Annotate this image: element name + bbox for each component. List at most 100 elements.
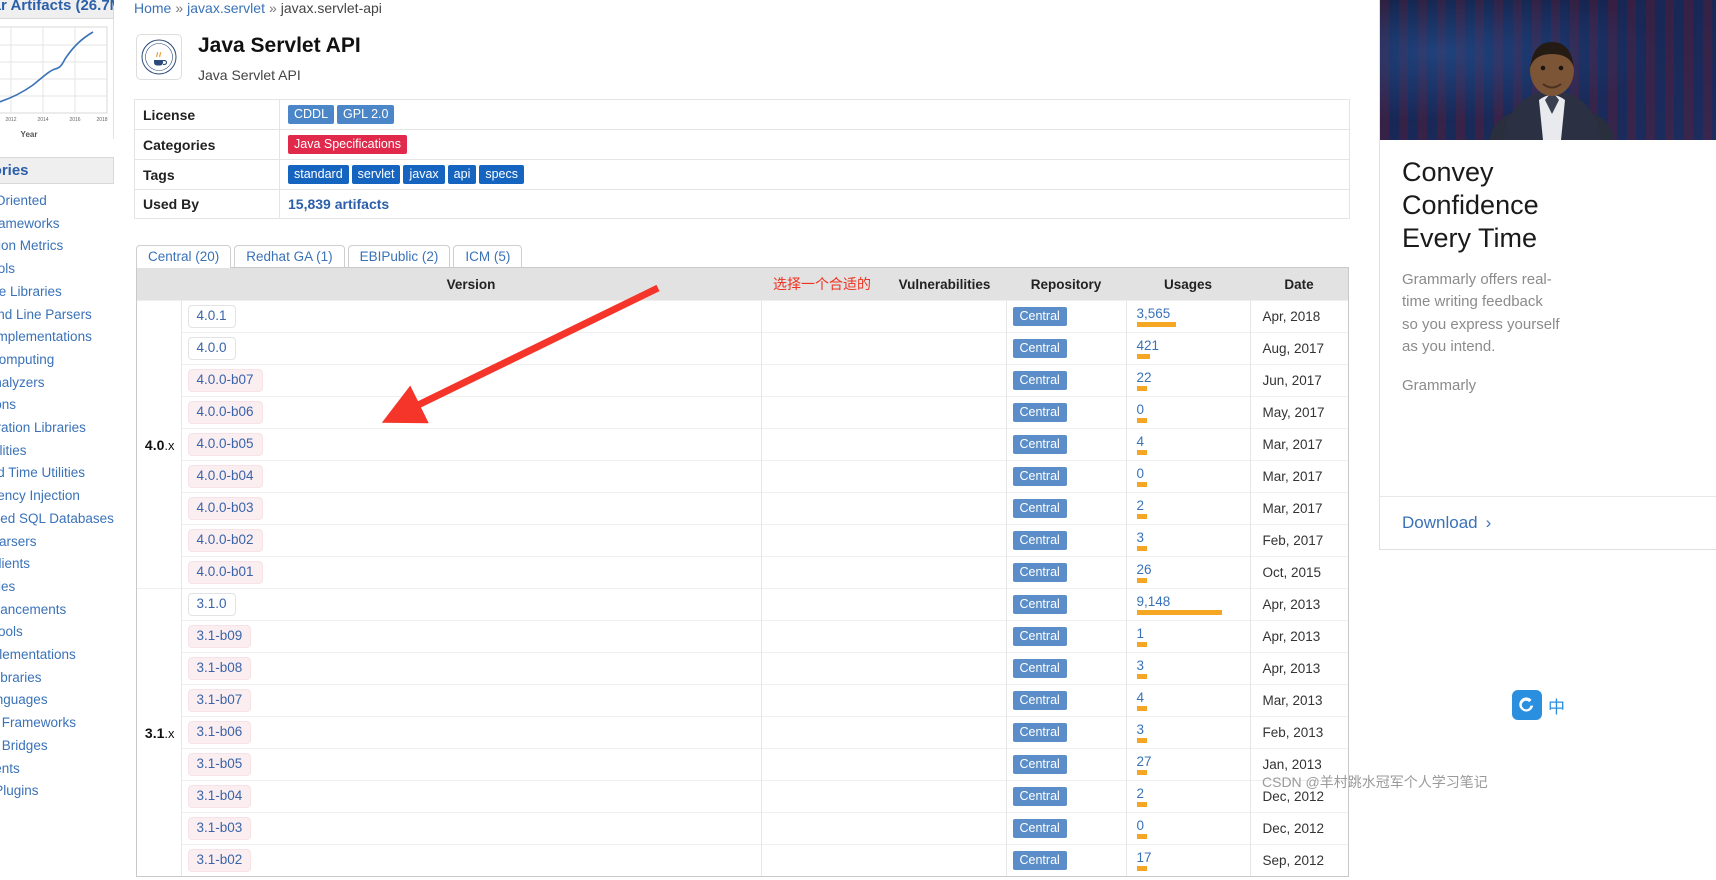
version-badge[interactable]: 4.0.0-b02 [187, 529, 263, 553]
sidebar-category-item[interactable]: Code Analyzers [0, 372, 114, 395]
sidebar-category-item[interactable]: JVM Languages [0, 689, 114, 712]
usages-count-link[interactable]: 1 [1137, 626, 1244, 641]
repository-tab[interactable]: Central (20) [136, 245, 232, 269]
repository-badge[interactable]: Central [1012, 819, 1067, 839]
col-header-usages[interactable]: Usages [1126, 268, 1250, 301]
repository-tab[interactable]: Redhat GA (1) [234, 245, 345, 269]
sidebar-category-item[interactable]: HTTP Clients [0, 553, 114, 576]
version-badge[interactable]: 3.1-b05 [187, 753, 252, 777]
sidebar-category-item[interactable]: Configuration Libraries [0, 417, 114, 440]
sogou-ime-widget[interactable]: 中 [1512, 690, 1565, 720]
repository-badge[interactable]: Central [1012, 499, 1067, 519]
ad-download-link[interactable]: Download › [1402, 513, 1491, 533]
sidebar-category-item[interactable]: HTML Parsers [0, 531, 114, 554]
usages-count-link[interactable]: 421 [1137, 338, 1244, 353]
usages-count-link[interactable]: 3 [1137, 722, 1244, 737]
usages-count-link[interactable]: 4 [1137, 434, 1244, 449]
usages-count-link[interactable]: 3 [1137, 530, 1244, 545]
tag-chip[interactable]: specs [479, 165, 525, 185]
sidebar-category-item[interactable]: Logging Frameworks [0, 712, 114, 735]
sidebar-category-item[interactable]: Build Tools [0, 258, 114, 281]
breadcrumb-home[interactable]: Home [134, 0, 171, 16]
version-badge[interactable]: 4.0.0-b04 [187, 465, 263, 489]
version-badge[interactable]: 3.1-b09 [187, 625, 252, 649]
repository-badge[interactable]: Central [1012, 371, 1067, 391]
version-badge[interactable]: 4.0.0-b05 [187, 433, 263, 457]
sidebar-category-item[interactable]: Dependency Injection [0, 485, 114, 508]
usedby-link[interactable]: 15,839 artifacts [288, 196, 389, 212]
usages-count-link[interactable]: 4 [1137, 690, 1244, 705]
sidebar-category-item[interactable]: JDBC Pools [0, 621, 114, 644]
col-header-repository[interactable]: Repository [1006, 268, 1126, 301]
sidebar-category-item[interactable]: IDE Enhancements [0, 599, 114, 622]
version-badge[interactable]: 4.0.0-b07 [187, 369, 263, 393]
version-badge[interactable]: 3.1-b08 [187, 657, 252, 681]
tag-chip[interactable]: standard [288, 165, 349, 185]
license-tag[interactable]: CDDL [288, 105, 335, 125]
ime-mode-label[interactable]: 中 [1548, 693, 1565, 718]
usages-count-link[interactable]: 0 [1137, 402, 1244, 417]
repository-badge[interactable]: Central [1012, 435, 1067, 455]
repository-badge[interactable]: Central [1012, 851, 1067, 871]
category-tag[interactable]: Java Specifications [288, 135, 408, 155]
license-tag[interactable]: GPL 2.0 [337, 105, 395, 125]
repository-badge[interactable]: Central [1012, 339, 1067, 359]
col-header-date[interactable]: Date [1250, 268, 1348, 301]
sidebar-category-item[interactable]: Embedded SQL Databases [0, 508, 114, 531]
usages-count-link[interactable]: 0 [1137, 466, 1244, 481]
version-badge[interactable]: 3.1.0 [187, 593, 236, 617]
repository-badge[interactable]: Central [1012, 307, 1067, 327]
repository-badge[interactable]: Central [1012, 691, 1067, 711]
sogou-ime-icon[interactable] [1512, 690, 1542, 720]
usages-count-link[interactable]: 26 [1137, 562, 1244, 577]
repository-badge[interactable]: Central [1012, 755, 1067, 775]
version-badge[interactable]: 4.0.0-b03 [187, 497, 263, 521]
version-badge[interactable]: 3.1-b02 [187, 849, 252, 873]
sidebar-category-item[interactable]: Application Metrics [0, 235, 114, 258]
sidebar-category-item[interactable]: JSON Libraries [0, 667, 114, 690]
sidebar-category-item[interactable]: Actor Frameworks [0, 213, 114, 236]
sidebar-category-item[interactable]: JPA Implementations [0, 644, 114, 667]
usages-count-link[interactable]: 2 [1137, 786, 1244, 801]
repository-badge[interactable]: Central [1012, 563, 1067, 583]
repository-badge[interactable]: Central [1012, 787, 1067, 807]
sidebar-category-item[interactable]: I/O Utilities [0, 576, 114, 599]
repository-badge[interactable]: Central [1012, 531, 1067, 551]
repository-badge[interactable]: Central [1012, 723, 1067, 743]
usages-count-link[interactable]: 17 [1137, 850, 1244, 865]
sidebar-category-item[interactable]: Aspect Oriented [0, 190, 114, 213]
sidebar-category-item[interactable]: Bytecode Libraries [0, 281, 114, 304]
version-badge[interactable]: 4.0.0-b06 [187, 401, 263, 425]
version-badge[interactable]: 4.0.0-b01 [187, 561, 263, 585]
tag-chip[interactable]: api [447, 165, 477, 185]
repository-badge[interactable]: Central [1012, 467, 1067, 487]
advertisement-panel[interactable]: Convey Confidence Every Time Grammarly o… [1379, 0, 1716, 550]
repository-badge[interactable]: Central [1012, 403, 1067, 423]
sidebar-category-item[interactable]: Command Line Parsers [0, 304, 114, 327]
version-badge[interactable]: 4.0.0 [187, 337, 236, 361]
usages-count-link[interactable]: 9,148 [1137, 594, 1244, 609]
repository-badge[interactable]: Central [1012, 627, 1067, 647]
sidebar-category-item[interactable]: Date and Time Utilities [0, 462, 114, 485]
usages-count-link[interactable]: 3 [1137, 658, 1244, 673]
repository-tab[interactable]: ICM (5) [453, 245, 523, 269]
tag-chip[interactable]: servlet [351, 165, 401, 185]
repository-badge[interactable]: Central [1012, 595, 1067, 615]
sidebar-category-item[interactable]: Collections [0, 394, 114, 417]
usages-count-link[interactable]: 22 [1137, 370, 1244, 385]
version-badge[interactable]: 3.1-b07 [187, 689, 252, 713]
breadcrumb-group[interactable]: javax.servlet [187, 0, 265, 16]
version-badge[interactable]: 3.1-b04 [187, 785, 252, 809]
repository-tab[interactable]: EBIPublic (2) [347, 245, 451, 269]
version-badge[interactable]: 3.1-b06 [187, 721, 252, 745]
usages-count-link[interactable]: 2 [1137, 498, 1244, 513]
col-header-vulnerabilities[interactable]: Vulnerabilities [883, 268, 1006, 301]
usages-count-link[interactable]: 0 [1137, 818, 1244, 833]
sidebar-category-item[interactable]: Cloud Computing [0, 349, 114, 372]
version-badge[interactable]: 4.0.1 [187, 305, 236, 329]
sidebar-category-item[interactable]: Core Utilities [0, 440, 114, 463]
col-header-version[interactable]: Version [181, 268, 761, 301]
tag-chip[interactable]: javax [403, 165, 445, 185]
sidebar-category-item[interactable]: Cache Implementations [0, 326, 114, 349]
usages-count-link[interactable]: 27 [1137, 754, 1244, 769]
